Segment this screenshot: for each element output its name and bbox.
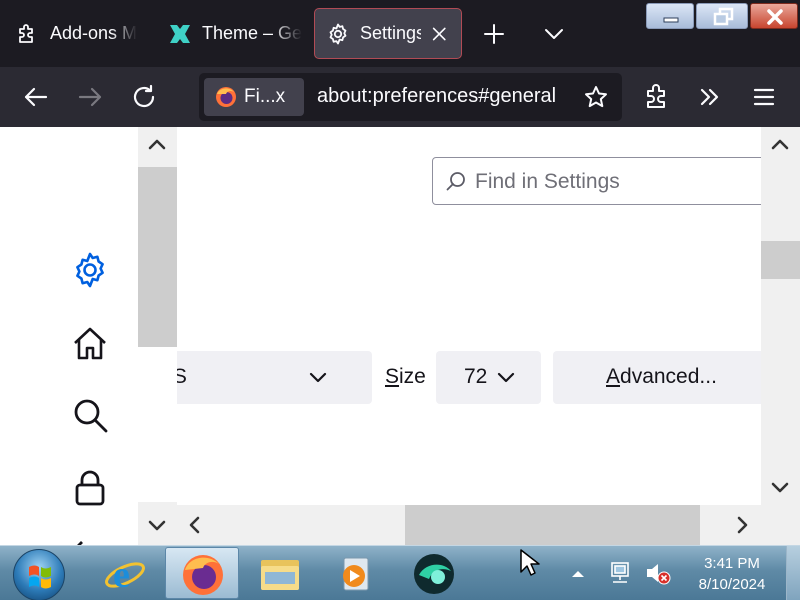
taskbar: e 3:41 PM 8/10/2024 <box>0 545 800 600</box>
extensions-icon[interactable] <box>641 81 673 113</box>
menu-icon[interactable] <box>748 81 780 113</box>
bookmark-star-icon[interactable] <box>583 84 609 110</box>
close-window-button[interactable] <box>750 3 798 29</box>
tab-theme[interactable]: Theme – Ge <box>152 8 304 59</box>
gear-icon <box>329 23 347 44</box>
page-content: Find in Settings IS Size 72 Advanced... <box>0 127 800 545</box>
advanced-fonts-button[interactable]: Advanced... <box>553 351 761 404</box>
size-label-rest: ize <box>399 365 426 388</box>
font-value: IS <box>177 365 187 388</box>
firefox-icon <box>183 555 223 595</box>
taskbar-firefox[interactable] <box>165 547 239 599</box>
clock-time: 3:41 PM <box>704 555 760 572</box>
home-icon[interactable] <box>70 324 110 364</box>
scrollbar-thumb[interactable] <box>138 167 177 347</box>
tab-addons[interactable]: Add-ons M <box>0 8 146 59</box>
mouse-cursor-icon <box>520 549 540 576</box>
forward-icon[interactable] <box>74 81 106 113</box>
media-player-icon <box>343 557 369 591</box>
scrollbar-thumb[interactable] <box>405 505 700 545</box>
tab-settings[interactable]: Settings <box>314 8 462 59</box>
chevron-up-icon[interactable] <box>570 568 586 580</box>
size-label: Size <box>385 365 426 389</box>
settings-sidebar <box>0 127 138 545</box>
settings-search-input[interactable]: Find in Settings <box>432 157 761 205</box>
taskbar-internet-explorer[interactable]: e <box>88 547 162 599</box>
chevron-down-icon[interactable] <box>540 20 568 48</box>
new-tab-icon[interactable] <box>480 20 508 48</box>
chevron-right-icon[interactable] <box>731 514 753 536</box>
chevron-down-icon[interactable] <box>769 476 791 498</box>
scrollbar-corner <box>761 505 800 545</box>
size-label-accesskey: S <box>385 365 400 388</box>
puzzle-icon <box>19 23 33 43</box>
font-size-select[interactable]: 72 <box>436 351 541 404</box>
internet-explorer-icon: e <box>105 554 145 596</box>
reload-icon[interactable] <box>128 81 160 113</box>
chevron-down-icon[interactable] <box>146 514 168 536</box>
advanced-label-rest: dvanced... <box>620 365 717 388</box>
search-placeholder: Find in Settings <box>475 170 620 193</box>
tab-label: Settings <box>360 23 421 43</box>
app-icon <box>414 554 454 594</box>
network-icon[interactable] <box>608 560 634 586</box>
identity-box[interactable]: Fi...x <box>204 78 304 116</box>
settings-main: Find in Settings IS Size 72 Advanced... <box>177 127 761 505</box>
volume-muted-icon[interactable] <box>644 560 672 586</box>
font-select[interactable]: IS <box>177 351 372 404</box>
firefox-icon <box>216 87 236 107</box>
restore-icon <box>713 7 734 26</box>
taskbar-media-player[interactable] <box>320 547 394 599</box>
page-vertical-scrollbar[interactable] <box>761 127 800 505</box>
restore-button[interactable] <box>696 3 748 29</box>
chevron-down-icon <box>497 372 515 383</box>
sidebar-scrollbar[interactable] <box>138 127 177 545</box>
show-desktop-button[interactable] <box>786 546 800 600</box>
search-icon[interactable] <box>70 395 110 435</box>
system-clock[interactable]: 3:41 PM 8/10/2024 <box>688 553 776 595</box>
scrollbar-gap <box>138 347 177 502</box>
taskbar-app[interactable] <box>397 547 471 599</box>
chevron-left-icon[interactable] <box>184 514 206 536</box>
search-icon <box>446 172 465 191</box>
gear-icon[interactable] <box>70 250 110 290</box>
tab-strip: Add-ons M Theme – Ge Settings <box>0 0 800 67</box>
tab-label: Add-ons M <box>50 23 138 43</box>
url-text[interactable]: about:preferences#general <box>317 85 556 108</box>
overflow-icon[interactable] <box>694 81 726 113</box>
lock-icon[interactable] <box>70 468 110 508</box>
nav-bar: Fi...x about:preferences#general <box>0 67 800 127</box>
start-button[interactable] <box>13 549 65 600</box>
minimize-button[interactable] <box>646 3 694 29</box>
advanced-accesskey: A <box>606 365 621 388</box>
taskbar-file-explorer[interactable] <box>243 547 317 599</box>
minimize-icon <box>663 17 679 23</box>
chevron-up-icon[interactable] <box>146 134 168 156</box>
advanced-label: Advanced... <box>606 365 717 389</box>
close-window-icon <box>767 9 783 25</box>
close-icon[interactable] <box>429 23 449 45</box>
tab-label: Theme – Ge <box>202 23 303 43</box>
page-horizontal-scrollbar[interactable] <box>177 505 761 545</box>
svg-text:e: e <box>113 554 130 596</box>
chevron-down-icon <box>309 372 327 383</box>
file-explorer-icon <box>261 560 299 590</box>
back-icon[interactable] <box>20 81 52 113</box>
theme-icon <box>170 24 190 43</box>
identity-label: Fi...x <box>244 86 286 107</box>
windows-logo-icon <box>29 565 51 589</box>
chevron-up-icon[interactable] <box>769 134 791 156</box>
scrollbar-thumb[interactable] <box>761 241 800 279</box>
screen: Add-ons M Theme – Ge Settings Fi...x abo… <box>0 0 800 600</box>
clock-date: 8/10/2024 <box>698 576 766 593</box>
sync-icon[interactable] <box>70 532 110 545</box>
font-size-value: 72 <box>464 365 488 388</box>
url-bar[interactable]: Fi...x about:preferences#general <box>199 73 622 121</box>
